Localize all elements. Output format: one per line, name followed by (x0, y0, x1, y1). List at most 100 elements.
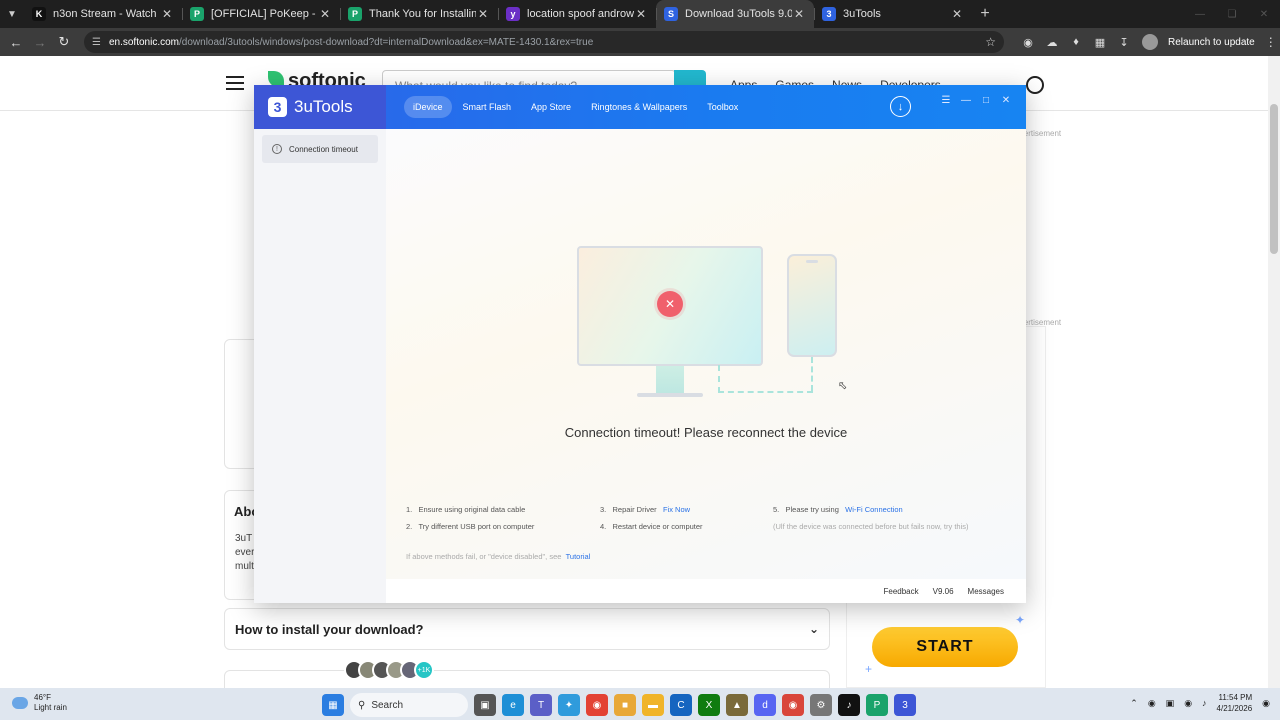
tab-favicon-icon: P (348, 7, 362, 21)
wifi-connection-link[interactable]: Wi-Fi Connection (845, 505, 903, 514)
bookmark-star-icon[interactable]: ☆ (985, 35, 996, 49)
tab-favicon-icon: y (506, 7, 520, 21)
clock[interactable]: 11:54 PM 4/21/2026 (1217, 692, 1253, 714)
taskbar: 46°F Light rain ▦ ⚲ Search ▣ e T ✦ ◉ ■ ▬ … (0, 688, 1280, 720)
xbox-icon[interactable]: X (698, 694, 720, 716)
app-close-icon[interactable]: ✕ (1000, 95, 1012, 106)
how-to-install-accordion[interactable]: How to install your download? ⌄ (224, 608, 830, 650)
app-icon[interactable]: ▲ (726, 694, 748, 716)
minimize-window-icon[interactable]: — (1184, 0, 1216, 28)
connection-panel: ✕ ⬁ Connection timeout! Please reconnect… (386, 129, 1026, 579)
new-tab-button[interactable]: + (972, 0, 998, 28)
connection-timeout-message: Connection timeout! Please reconnect the… (564, 425, 848, 440)
network-icon[interactable]: ◉ (1184, 698, 1192, 709)
tab-close-icon[interactable]: ✕ (160, 7, 174, 21)
browser-tab[interactable]: S Download 3uTools 9.06.006 - Fr✕ (656, 0, 814, 28)
edge-icon[interactable]: e (502, 694, 524, 716)
extension-icon[interactable]: ☁ (1040, 36, 1064, 49)
tab-idevice[interactable]: iDevice (404, 96, 452, 118)
app-minimize-icon[interactable]: — (960, 95, 972, 106)
chrome-profile-icon[interactable]: ◉ (782, 694, 804, 716)
tray-overflow-chevron-icon[interactable]: ⌃ (1130, 698, 1138, 709)
downloads-icon[interactable]: ↧ (1112, 36, 1136, 49)
volume-icon[interactable]: ♪ (1202, 698, 1207, 708)
browser-tab[interactable]: 3 3uTools ✕ (814, 0, 972, 28)
close-window-icon[interactable]: ✕ (1248, 0, 1280, 28)
teams-icon[interactable]: T (530, 694, 552, 716)
windows-start-icon[interactable]: ▦ (322, 694, 344, 716)
extension-icons: ◉ ☁ ♦ ▦ ↧ (1016, 36, 1136, 49)
extensions-puzzle-icon[interactable]: ▦ (1088, 36, 1112, 49)
tab-close-icon[interactable]: ✕ (950, 7, 964, 21)
weather-condition: Light rain (34, 703, 67, 712)
browser-tab[interactable]: y location spoof androwid - Yaho✕ (498, 0, 656, 28)
tab-toolbox[interactable]: Toolbox (698, 96, 747, 118)
tutorial-link[interactable]: Tutorial (566, 552, 591, 561)
taskbar-apps: ▦ ⚲ Search ▣ e T ✦ ◉ ■ ▬ C X ▲ d ◉ ⚙ ♪ P … (322, 693, 916, 717)
content-card (224, 670, 830, 688)
task-view-icon[interactable]: ▣ (474, 694, 496, 716)
ad-start-button[interactable]: START (872, 627, 1018, 667)
info-icon: ! (272, 144, 282, 154)
file-explorer-icon[interactable]: ▬ (642, 694, 664, 716)
tiktok-icon[interactable]: ♪ (838, 694, 860, 716)
tab-smart-flash[interactable]: Smart Flash (454, 96, 521, 118)
forward-arrow-icon[interactable]: → (28, 28, 52, 56)
address-bar[interactable]: ☰ en.softonic.com /download/3utools/wind… (84, 31, 1004, 53)
chrome-icon[interactable]: ◉ (586, 694, 608, 716)
reload-icon[interactable]: ↻ (52, 28, 76, 56)
tab-app-store[interactable]: App Store (522, 96, 580, 118)
tab-close-icon[interactable]: ✕ (792, 7, 806, 21)
profile-avatar[interactable] (1142, 34, 1158, 50)
browser-tab[interactable]: P Thank You for Installing PoKeep✕ (340, 0, 498, 28)
display-icon[interactable]: ▣ (1166, 698, 1175, 709)
extension-icon[interactable]: ♦ (1064, 36, 1088, 48)
fix-now-link[interactable]: Fix Now (663, 505, 690, 514)
browser-toolbar: ← → ↻ ☰ en.softonic.com /download/3utool… (0, 28, 1280, 56)
page-scrollbar[interactable] (1268, 56, 1280, 688)
tab-favicon-icon: 3 (822, 7, 836, 21)
settings-gear-icon[interactable]: ⚙ (810, 694, 832, 716)
tab-list: Kn3on Stream - Watch Live on K✕P[OFFICIA… (24, 0, 972, 28)
messages-button[interactable]: Messages (968, 587, 1004, 596)
sidebar-item-connection-timeout[interactable]: ! Connection timeout (262, 135, 378, 163)
weather-widget[interactable]: 46°F Light rain (12, 693, 67, 713)
store-icon[interactable]: ■ (614, 694, 636, 716)
sidebar-item-label: Connection timeout (289, 144, 358, 154)
restore-window-icon[interactable]: ❏ (1216, 0, 1248, 28)
scrollbar-thumb[interactable] (1270, 104, 1278, 254)
extension-icon[interactable]: ◉ (1016, 36, 1040, 49)
cable-line (718, 391, 813, 393)
microphone-icon[interactable]: ◉ (1148, 698, 1156, 709)
tip-4: 4. Restart device or computer (600, 522, 703, 531)
sparkle-icon: + (865, 662, 873, 676)
pokeep-icon[interactable]: P (866, 694, 888, 716)
app-c-icon[interactable]: C (670, 694, 692, 716)
back-arrow-icon[interactable]: ← (4, 28, 28, 56)
browser-tab[interactable]: P [OFFICIAL] PoKeep - Your Trust✕ (182, 0, 340, 28)
tab-title: Thank You for Installing PoKeep (369, 8, 476, 20)
hamburger-menu-icon[interactable] (226, 76, 244, 90)
feedback-button[interactable]: Feedback (883, 587, 918, 596)
tab-close-icon[interactable]: ✕ (634, 7, 648, 21)
notifications-bell-icon[interactable]: ◉ (1262, 698, 1270, 709)
tab-ringtones-wallpapers[interactable]: Ringtones & Wallpapers (582, 96, 696, 118)
tip-5-note: (Ulf the device was connected before but… (773, 522, 969, 531)
app-maximize-icon[interactable]: □ (980, 95, 992, 106)
tab-title: 3uTools (843, 8, 881, 20)
taskbar-search[interactable]: ⚲ Search (350, 693, 468, 717)
user-account-icon[interactable] (1026, 76, 1044, 94)
download-manager-icon[interactable]: ↓ (890, 96, 911, 117)
tab-close-icon[interactable]: ✕ (318, 7, 332, 21)
relaunch-to-update-button[interactable]: Relaunch to update (1168, 37, 1255, 48)
app-menu-icon[interactable]: ☰ (940, 95, 952, 106)
discord-icon[interactable]: d (754, 694, 776, 716)
site-info-icon[interactable]: ☰ (92, 37, 101, 48)
tab-close-icon[interactable]: ✕ (476, 7, 490, 21)
tab-search-menu-icon[interactable]: ▼ (0, 0, 24, 28)
copilot-icon[interactable]: ✦ (558, 694, 580, 716)
3utools-taskbar-icon[interactable]: 3 (894, 694, 916, 716)
browser-tab[interactable]: Kn3on Stream - Watch Live on K✕ (24, 0, 182, 28)
browser-menu-icon[interactable]: ⋮ (1265, 35, 1277, 49)
how-to-install-label: How to install your download? (235, 621, 424, 637)
